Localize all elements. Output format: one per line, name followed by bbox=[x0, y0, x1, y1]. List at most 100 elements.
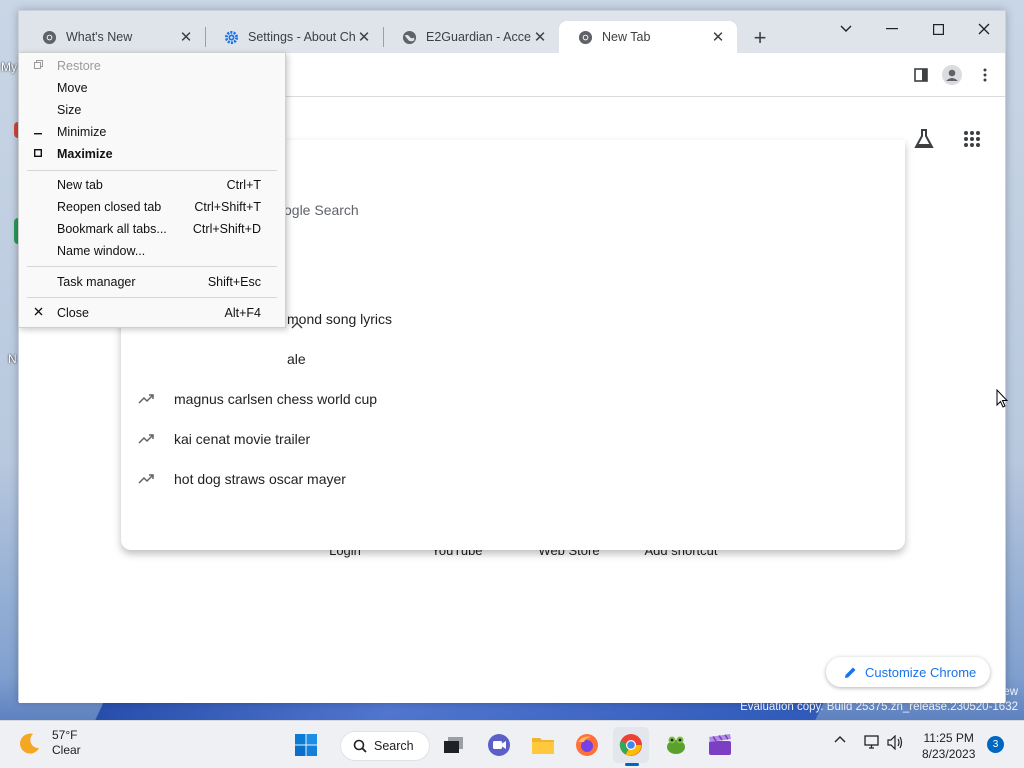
menu-item-maximize[interactable]: Maximize bbox=[19, 143, 285, 165]
meet-icon bbox=[488, 734, 510, 756]
file-explorer-icon bbox=[532, 738, 554, 754]
chevron-up-icon bbox=[834, 736, 846, 743]
clapper-app-button[interactable] bbox=[702, 727, 738, 763]
suggestion-item[interactable]: mond song lyrics bbox=[287, 311, 392, 327]
window-system-menu: Restore Move Size Minimize Maximize New … bbox=[18, 52, 286, 328]
close-tab-icon[interactable]: ✕ bbox=[177, 28, 195, 46]
globe-icon bbox=[401, 29, 417, 45]
active-indicator bbox=[625, 763, 639, 766]
menu-separator bbox=[27, 297, 277, 298]
tab-search-button[interactable] bbox=[823, 15, 869, 43]
taskbar-search[interactable]: Search bbox=[340, 731, 430, 761]
taskbar: 57°F Clear Search 11:25 PM 8/23/2023 3 bbox=[0, 720, 1024, 768]
menu-item-label: Reopen closed tab bbox=[57, 200, 162, 214]
maximize-icon bbox=[932, 23, 944, 35]
desktop-icon-label: My bbox=[1, 60, 17, 74]
search-icon bbox=[353, 739, 367, 753]
menu-item-minimize[interactable]: Minimize bbox=[19, 121, 285, 143]
chrome-icon bbox=[619, 734, 642, 756]
close-icon bbox=[19, 307, 57, 319]
mouse-cursor-icon bbox=[996, 389, 1008, 408]
trending-icon bbox=[138, 434, 160, 444]
clock-time: 11:25 PM bbox=[923, 731, 974, 745]
clapper-app-icon bbox=[709, 734, 731, 755]
frog-app-icon bbox=[667, 736, 685, 754]
menu-item-label: Move bbox=[57, 81, 88, 95]
tab-title: Settings - About Chrome bbox=[248, 30, 355, 44]
menu-item-bookmark-all-tabs[interactable]: Bookmark all tabs... Ctrl+Shift+D bbox=[19, 218, 285, 240]
side-panel-button[interactable] bbox=[910, 64, 932, 86]
close-icon bbox=[978, 23, 990, 35]
meet-app-button[interactable] bbox=[481, 727, 517, 763]
tab-title: E2Guardian - Access bbox=[426, 30, 531, 44]
task-view-icon bbox=[444, 737, 463, 753]
close-tab-icon[interactable]: ✕ bbox=[709, 28, 727, 46]
network-icon bbox=[864, 735, 879, 749]
network-button[interactable] bbox=[864, 735, 881, 750]
tab-whats-new[interactable]: What's New ✕ bbox=[23, 21, 205, 53]
menu-item-shortcut: Ctrl+Shift+T bbox=[194, 200, 261, 214]
menu-item-shortcut: Ctrl+Shift+D bbox=[192, 222, 261, 236]
show-hidden-icons-button[interactable] bbox=[834, 735, 846, 743]
frog-app-button[interactable] bbox=[658, 727, 694, 763]
apps-button[interactable] bbox=[960, 127, 984, 151]
close-window-button[interactable] bbox=[961, 15, 1007, 43]
minimize-icon bbox=[886, 28, 898, 30]
labs-flask-icon bbox=[914, 129, 934, 148]
start-icon bbox=[295, 734, 317, 756]
menu-item-reopen-closed-tab[interactable]: Reopen closed tab Ctrl+Shift+T bbox=[19, 196, 285, 218]
tab-title: What's New bbox=[66, 30, 133, 44]
weather-widget[interactable]: 57°F Clear bbox=[18, 728, 81, 758]
omnibox-placeholder: ogle Search bbox=[284, 202, 359, 218]
search-label: Search bbox=[374, 739, 414, 753]
menu-item-task-manager[interactable]: Task manager Shift+Esc bbox=[19, 271, 285, 293]
minimize-button[interactable] bbox=[869, 15, 915, 43]
tab-e2guardian[interactable]: E2Guardian - Access ✕ bbox=[383, 21, 559, 53]
suggestion-item[interactable]: kai cenat movie trailer bbox=[121, 419, 905, 459]
menu-item-label: Maximize bbox=[57, 147, 113, 161]
menu-item-label: Restore bbox=[57, 59, 101, 73]
tab-title: New Tab bbox=[602, 30, 651, 44]
close-tab-icon[interactable]: ✕ bbox=[531, 28, 549, 46]
tab-new-tab[interactable]: New Tab ✕ bbox=[559, 21, 737, 53]
trending-icon bbox=[138, 474, 160, 484]
tab-settings-about-chrome[interactable]: Settings - About Chrome ✕ bbox=[205, 21, 383, 53]
file-explorer-button[interactable] bbox=[525, 727, 561, 763]
menu-item-move[interactable]: Move bbox=[19, 77, 285, 99]
notification-badge[interactable]: 3 bbox=[987, 736, 1004, 753]
menu-item-label: Size bbox=[57, 103, 82, 117]
weather-temperature: 57°F bbox=[52, 728, 78, 742]
chrome-icon bbox=[41, 29, 57, 45]
suggestion-item[interactable]: hot dog straws oscar mayer bbox=[121, 459, 905, 499]
menu-item-size[interactable]: Size bbox=[19, 99, 285, 121]
gear-icon bbox=[223, 29, 239, 45]
customize-chrome-button[interactable]: Customize Chrome bbox=[826, 657, 990, 687]
chrome-button[interactable] bbox=[613, 727, 649, 766]
more-menu-button[interactable] bbox=[974, 64, 996, 86]
firefox-button[interactable] bbox=[569, 727, 605, 763]
menu-separator bbox=[27, 170, 277, 171]
task-view-button[interactable] bbox=[436, 727, 472, 763]
apps-grid-icon bbox=[964, 131, 980, 147]
suggestion-text: kai cenat movie trailer bbox=[174, 431, 311, 447]
chrome-icon bbox=[577, 29, 593, 45]
volume-button[interactable] bbox=[887, 735, 904, 750]
clock[interactable]: 11:25 PM 8/23/2023 bbox=[922, 730, 975, 762]
suggestion-item[interactable]: magnus carlsen chess world cup bbox=[121, 379, 905, 419]
profile-button[interactable] bbox=[941, 64, 963, 86]
plus-icon: + bbox=[753, 25, 767, 50]
new-tab-button[interactable]: + bbox=[747, 25, 773, 51]
menu-item-shortcut: Alt+F4 bbox=[224, 306, 261, 320]
menu-item-label: New tab bbox=[57, 178, 103, 192]
maximize-icon bbox=[19, 148, 57, 160]
menu-item-restore[interactable]: Restore bbox=[19, 55, 285, 77]
menu-item-new-tab[interactable]: New tab Ctrl+T bbox=[19, 174, 285, 196]
suggestion-item[interactable]: ale bbox=[287, 351, 306, 367]
menu-item-name-window[interactable]: Name window... bbox=[19, 240, 285, 262]
close-tab-icon[interactable]: ✕ bbox=[355, 28, 373, 46]
start-button[interactable] bbox=[288, 727, 324, 763]
menu-item-close[interactable]: Close Alt+F4 bbox=[19, 302, 285, 324]
maximize-button[interactable] bbox=[915, 15, 961, 43]
more-menu-icon bbox=[983, 68, 987, 82]
labs-button[interactable] bbox=[912, 127, 936, 151]
